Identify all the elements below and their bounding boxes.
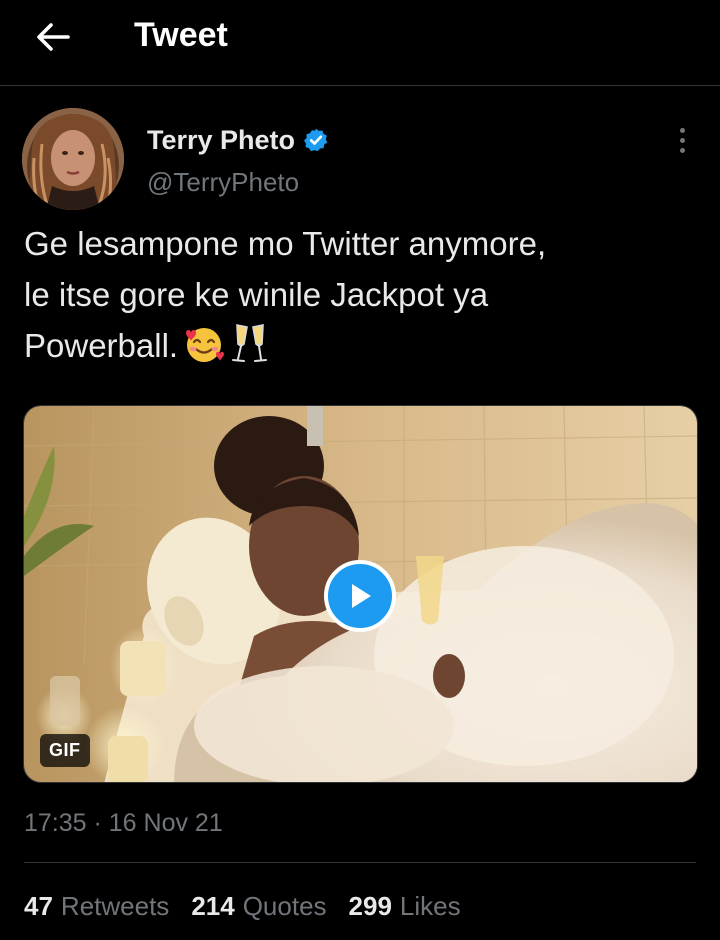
tweet-timestamp[interactable]: 17:35 · 16 Nov 21 bbox=[24, 806, 223, 840]
tweet-body: Ge lesampone mo Twitter anymore, le itse… bbox=[24, 218, 700, 378]
play-button[interactable] bbox=[324, 560, 396, 632]
author-name-row: Terry Pheto bbox=[147, 122, 329, 158]
back-button[interactable] bbox=[30, 14, 76, 60]
author-name[interactable]: Terry Pheto bbox=[147, 125, 295, 156]
verified-badge-icon bbox=[303, 127, 329, 153]
dot bbox=[679, 137, 685, 143]
quote-count: 214 bbox=[191, 891, 235, 921]
stat-retweets[interactable]: 47 Retweets bbox=[24, 888, 169, 924]
dot bbox=[679, 147, 685, 153]
page-title: Tweet bbox=[134, 16, 228, 54]
engagement-stats: 47 Retweets 214 Quotes 299 Likes bbox=[24, 888, 461, 924]
play-icon bbox=[352, 584, 371, 608]
top-bar: Tweet bbox=[0, 0, 720, 86]
media-gif[interactable]: GIF bbox=[23, 405, 698, 783]
stat-quotes[interactable]: 214 Quotes bbox=[191, 888, 326, 924]
retweet-label: Retweets bbox=[60, 891, 170, 921]
smiling-face-with-hearts-icon bbox=[182, 324, 226, 378]
avatar[interactable] bbox=[22, 108, 124, 210]
arrow-left-icon bbox=[37, 23, 70, 51]
clinking-glasses-icon bbox=[230, 322, 270, 378]
divider bbox=[24, 862, 696, 863]
stat-likes[interactable]: 299 Likes bbox=[349, 888, 461, 924]
author-handle[interactable]: @TerryPheto bbox=[147, 165, 299, 199]
quote-label: Quotes bbox=[242, 891, 327, 921]
like-label: Likes bbox=[399, 891, 461, 921]
more-options-button[interactable] bbox=[668, 122, 696, 158]
tweet-text: Ge lesampone mo Twitter anymore, le itse… bbox=[24, 225, 547, 364]
dot bbox=[679, 127, 685, 133]
gif-badge: GIF bbox=[40, 734, 90, 767]
avatar-photo bbox=[22, 108, 124, 210]
retweet-count: 47 bbox=[24, 891, 53, 921]
like-count: 299 bbox=[348, 891, 392, 921]
